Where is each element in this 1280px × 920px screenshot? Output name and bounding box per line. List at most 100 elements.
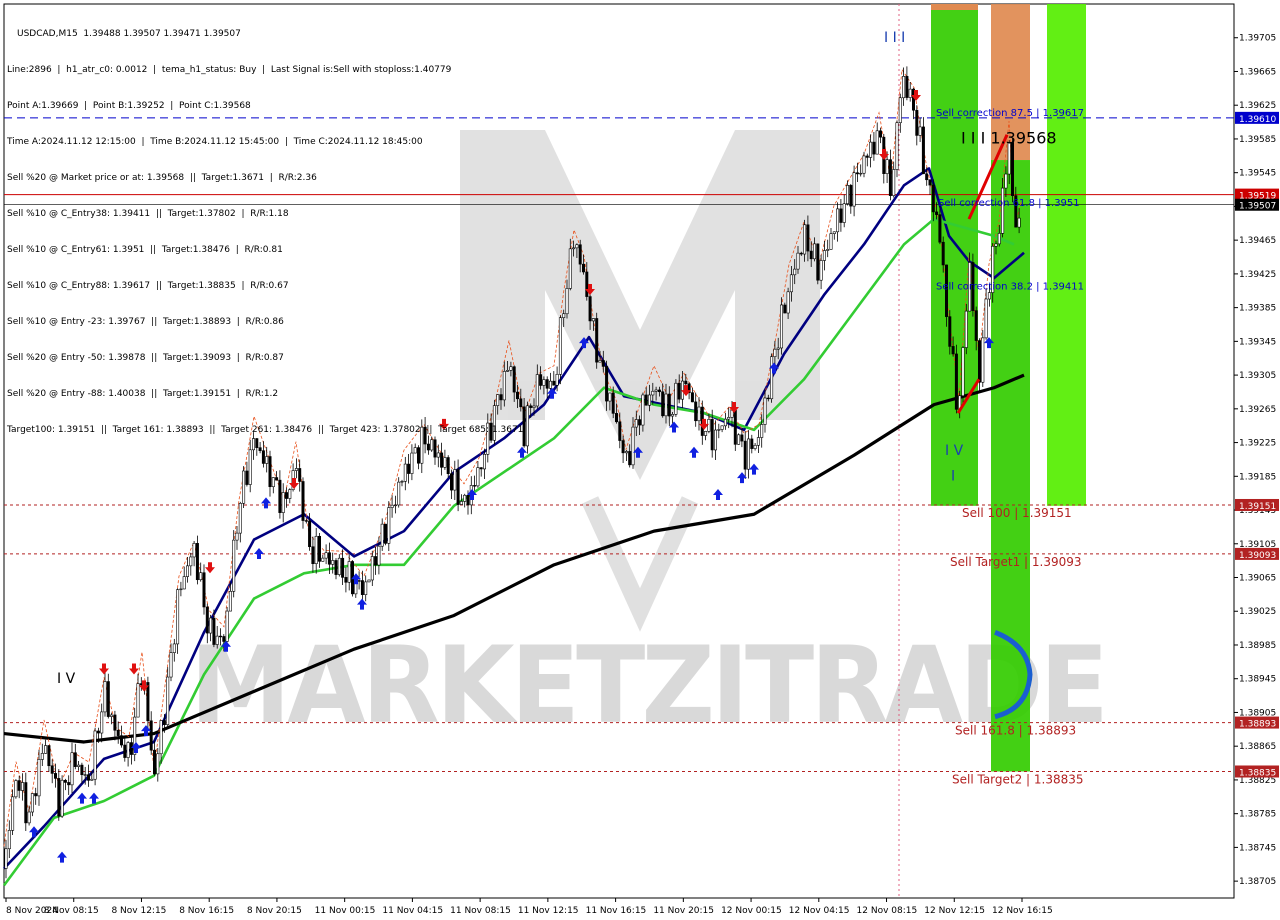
candle-body <box>123 744 127 758</box>
candle-body <box>30 793 34 813</box>
candle-body <box>888 159 892 196</box>
candle-body <box>558 317 562 375</box>
candle <box>176 588 180 654</box>
candle-body <box>836 208 840 233</box>
candle-body <box>83 774 87 776</box>
candle-body <box>17 780 21 791</box>
candle-body <box>162 720 166 725</box>
candle-body <box>614 413 618 423</box>
info-line: Target100: 1.39151 || Target 161: 1.3889… <box>7 425 524 435</box>
price-badge-label: 1.39610 <box>1239 115 1276 125</box>
candle-body <box>281 492 285 513</box>
candle-body <box>463 494 467 502</box>
candle-body <box>525 405 529 447</box>
y-tick-label: 1.39305 <box>1239 371 1276 381</box>
x-tick-label: 12 Nov 00:15 <box>721 906 782 916</box>
candle-body <box>796 252 800 270</box>
candle-body <box>14 780 18 798</box>
candle-body <box>997 233 1001 245</box>
candle-body <box>449 473 453 491</box>
candle-body <box>532 405 536 408</box>
candle-body <box>459 501 463 505</box>
candle-body <box>317 535 321 562</box>
price-badge-label: 1.39507 <box>1239 202 1276 212</box>
level-label: Sell correction 38.2 | 1.39411 <box>936 282 1084 293</box>
candle-body <box>182 576 186 590</box>
candle-body <box>928 179 932 186</box>
green-zone-right <box>1047 4 1086 506</box>
candle-body <box>179 588 183 591</box>
candle-body <box>159 720 163 755</box>
candle-body <box>410 452 414 474</box>
candle-body <box>961 347 965 397</box>
candle-body <box>535 374 539 407</box>
candle <box>895 120 899 178</box>
candle-body <box>321 557 325 562</box>
candle-body <box>284 492 288 499</box>
candle-body <box>116 729 120 736</box>
candle-body <box>684 380 688 385</box>
candle-body <box>70 752 74 786</box>
candle-body <box>473 485 477 487</box>
candle-body <box>40 753 44 760</box>
x-tick-label: 11 Nov 12:15 <box>518 906 579 916</box>
candle-body <box>453 469 457 491</box>
wave-label: I I I <box>884 30 905 46</box>
candle-body <box>110 714 114 717</box>
candle-body <box>466 494 470 506</box>
candle <box>595 312 599 369</box>
candle <box>525 401 529 454</box>
candle-body <box>314 535 318 565</box>
y-tick-label: 1.39185 <box>1239 472 1276 482</box>
candle-body <box>456 469 460 505</box>
info-line: Sell %20 @ Entry -88: 1.40038 || Target:… <box>7 389 279 399</box>
candle-body <box>816 243 820 281</box>
candle-body <box>661 391 665 417</box>
candle <box>383 523 387 546</box>
candle-body <box>245 470 249 485</box>
candle-body <box>915 109 919 136</box>
candle-body <box>740 434 744 442</box>
candle-body <box>578 244 582 265</box>
candle-body <box>172 643 176 653</box>
candle-body <box>733 409 737 445</box>
candle-body <box>403 463 407 482</box>
candle <box>981 330 985 387</box>
candle-body <box>806 224 810 252</box>
level-label: Sell 161.8 | 1.38893 <box>955 724 1076 738</box>
candle-body <box>783 304 787 314</box>
candle-body <box>644 394 648 406</box>
candle-body <box>129 742 133 755</box>
y-tick-label: 1.38945 <box>1239 675 1276 685</box>
x-tick-label: 12 Nov 08:15 <box>857 906 918 916</box>
candle-body <box>106 681 110 717</box>
candle-body <box>588 296 592 322</box>
candle-body <box>918 126 922 136</box>
candle-body <box>667 393 671 417</box>
candle-body <box>826 249 830 251</box>
candle <box>954 344 958 414</box>
candle-body <box>199 572 203 581</box>
wave-label: I I I 1.39568 <box>961 128 1057 147</box>
info-panel: USDCAD,M15 1.39488 1.39507 1.39471 1.395… <box>7 4 523 448</box>
price-badge-label: 1.39151 <box>1239 502 1276 512</box>
price-badge-label: 1.38835 <box>1239 768 1276 778</box>
candle-body <box>100 711 104 734</box>
candle-body <box>93 730 97 780</box>
candle-body <box>994 243 998 247</box>
candle-body <box>717 429 721 431</box>
candle-body <box>727 417 731 420</box>
x-tick-label: 8 Nov 08:15 <box>44 906 99 916</box>
info-line: Line:2896 | h1_atr_c0: 0.0012 | tema_h1_… <box>7 65 452 75</box>
candle-body <box>334 560 338 575</box>
candle-body <box>852 172 856 207</box>
candle-body <box>677 382 681 400</box>
candle-body <box>308 520 312 548</box>
candle-body <box>634 419 638 428</box>
candle-body <box>803 224 807 255</box>
candle-body <box>568 248 572 289</box>
candle-body <box>723 418 727 427</box>
candle-body <box>565 288 569 315</box>
candle-body <box>621 440 625 454</box>
candle-body <box>1001 187 1005 234</box>
